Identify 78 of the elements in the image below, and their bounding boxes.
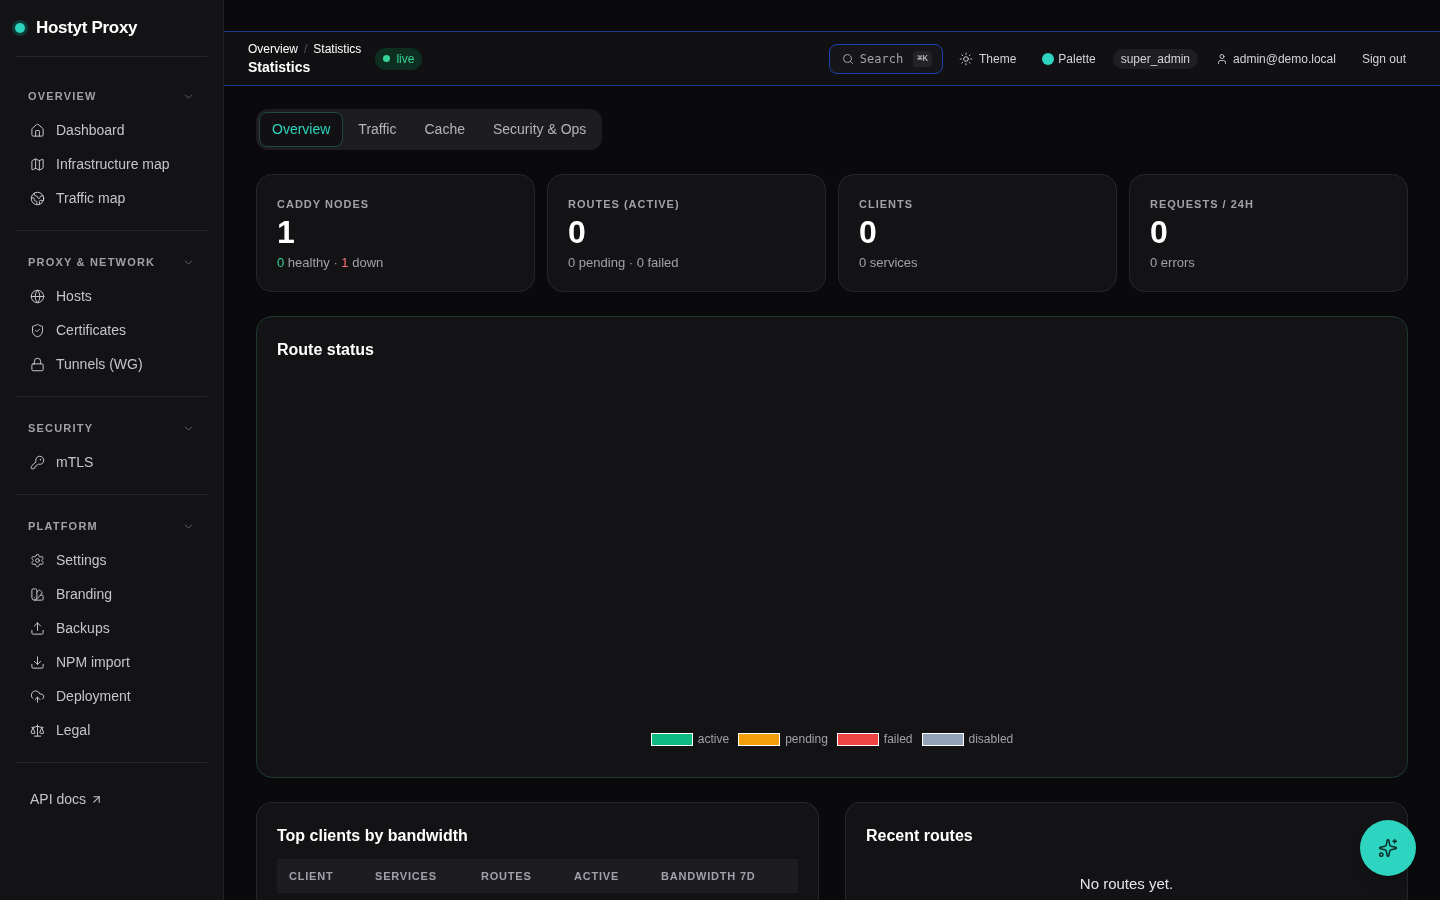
- tab[interactable]: Traffic: [345, 112, 410, 147]
- swatch-book-icon: [30, 586, 45, 602]
- section-header[interactable]: PLATFORM: [16, 517, 207, 535]
- sidebar-item[interactable]: NPM import: [16, 645, 207, 679]
- house-icon: [30, 122, 45, 138]
- breadcrumb-separator: /: [304, 40, 308, 57]
- sign-out-button[interactable]: Sign out: [1349, 45, 1418, 72]
- sidebar-item[interactable]: Deployment: [16, 679, 207, 713]
- sidebar-item[interactable]: Branding: [16, 577, 207, 611]
- sidebar-item[interactable]: Dashboard: [16, 113, 207, 147]
- globe-icon: [30, 288, 45, 304]
- sidebar-item[interactable]: mTLS: [16, 445, 207, 479]
- stat-value: 0: [859, 213, 878, 251]
- gear-icon: [30, 552, 45, 568]
- stat-detail: 0 pending · 0 failed: [568, 254, 680, 272]
- user-link[interactable]: admin@demo.local: [1216, 49, 1336, 68]
- sidebar-item[interactable]: Backups: [16, 611, 207, 645]
- user-icon: [1216, 52, 1229, 65]
- sidebar-item[interactable]: Legal: [16, 713, 207, 747]
- shortcut-key: ⌘K: [913, 50, 932, 67]
- palette-button[interactable]: Palette: [1042, 49, 1096, 68]
- key-icon: [30, 454, 45, 470]
- scale-icon: [30, 722, 45, 738]
- column-header: ACTIVE: [573, 868, 621, 884]
- tab[interactable]: Cache: [411, 112, 478, 147]
- section-header[interactable]: OVERVIEW: [16, 87, 207, 105]
- legend-label: failed: [883, 731, 913, 748]
- sidebar-item[interactable]: Infrastructure map: [16, 147, 207, 181]
- sidebar-item[interactable]: Traffic map: [16, 181, 207, 215]
- section-header[interactable]: PROXY & NETWORK: [16, 253, 207, 271]
- stat-label: REQUESTS / 24H: [1150, 197, 1255, 211]
- sparkles-icon: [1378, 838, 1398, 858]
- page-title: Statistics: [248, 57, 312, 77]
- card-title: Top clients by bandwidth: [277, 826, 469, 846]
- cloud-upload-icon: [30, 688, 45, 704]
- stat-label: ROUTES (ACTIVE): [568, 197, 681, 211]
- stat-detail: 0 healthy · 1 down: [277, 254, 385, 272]
- stat-detail: 0 errors: [1150, 254, 1196, 272]
- tab[interactable]: Security & Ops: [479, 112, 600, 147]
- column-header: ROUTES: [480, 868, 533, 884]
- sidebar-item[interactable]: Certificates: [16, 313, 207, 347]
- shield-check-icon: [30, 322, 45, 338]
- tab[interactable]: Overview: [259, 112, 344, 147]
- stat-label: CLIENTS: [859, 197, 915, 211]
- status-dot-icon: [12, 20, 28, 36]
- column-header: BANDWIDTH 7D: [660, 868, 757, 884]
- live-badge: live: [375, 47, 423, 70]
- stat-value: 0: [568, 213, 587, 251]
- column-header: CLIENT: [288, 868, 335, 884]
- legend-label: disabled: [968, 731, 1014, 748]
- lock-icon: [30, 356, 45, 372]
- card-title: Route status: [277, 340, 375, 360]
- legend-label: pending: [785, 731, 828, 748]
- stat-detail: 0 services: [859, 254, 919, 272]
- stat-value: 1: [277, 213, 296, 251]
- empty-message: No routes yet.: [1079, 875, 1174, 893]
- role-badge: super_admin: [1112, 48, 1199, 69]
- globe-icon: [30, 190, 45, 206]
- sidebar-item[interactable]: Hosts: [16, 279, 207, 313]
- column-header: SERVICES: [374, 868, 438, 884]
- search-button[interactable]: Search ⌘K: [828, 43, 943, 74]
- api-docs-link[interactable]: API docs: [30, 789, 104, 810]
- theme-button[interactable]: Theme: [958, 49, 1017, 68]
- breadcrumb-link[interactable]: Statistics: [313, 40, 362, 57]
- map-icon: [30, 156, 45, 172]
- brand-name: Hostyt Proxy: [36, 17, 138, 40]
- download-icon: [30, 654, 45, 670]
- card-title: Recent routes: [866, 826, 974, 846]
- stat-value: 0: [1150, 213, 1169, 251]
- stat-label: CADDY NODES: [277, 197, 371, 211]
- section-header[interactable]: SECURITY: [16, 419, 207, 437]
- sidebar-item[interactable]: Tunnels (WG): [16, 347, 207, 381]
- sun-icon: [958, 51, 973, 66]
- legend-label: active: [697, 731, 730, 748]
- upload-icon: [30, 620, 45, 636]
- search-icon: [841, 52, 854, 65]
- breadcrumb-link[interactable]: Overview: [248, 40, 298, 57]
- sidebar-item[interactable]: Settings: [16, 543, 207, 577]
